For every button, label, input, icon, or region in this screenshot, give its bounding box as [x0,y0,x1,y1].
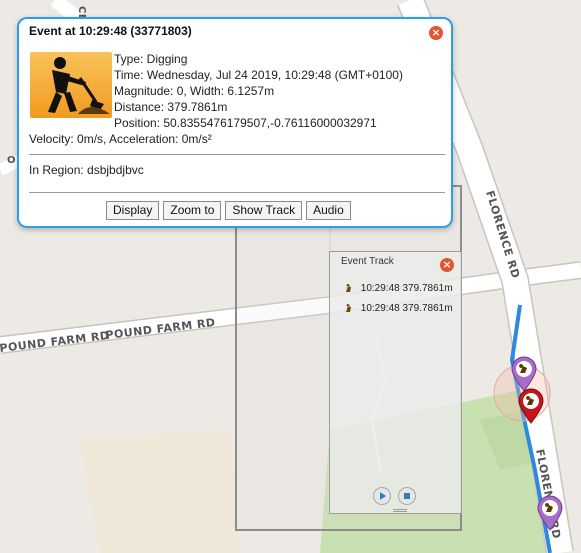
audio-button[interactable]: Audio [306,201,351,220]
event-popup: Event at 10:29:48 (33771803) × Type: Dig… [17,17,453,228]
land-area [80,430,240,553]
event-velocity: Velocity: 0m/s, Acceleration: 0m/s² [29,132,212,146]
play-button[interactable] [373,487,391,505]
event-time: Time: Wednesday, Jul 24 2019, 10:29:48 (… [114,68,403,82]
popup-title: Event at 10:29:48 (33771803) [29,24,192,38]
digging-worker-icon [30,52,112,118]
digging-icon [346,304,351,312]
show-track-button[interactable]: Show Track [225,201,303,220]
zoom-to-button[interactable]: Zoom to [163,201,222,220]
popup-button-bar: Display Zoom to Show Track Audio [106,201,351,220]
track-distance: 379.7861m [402,283,453,294]
event-magnitude: Magnitude: 0, Width: 6.1257m [114,84,275,98]
stop-button[interactable] [398,487,416,505]
event-type: Type: Digging [114,52,188,66]
track-list-item[interactable]: 10:29:48 379.7861m [344,282,453,294]
event-marker-purple[interactable] [510,356,538,392]
track-time: 10:29:48 [360,283,400,294]
digging-icon [346,284,351,292]
divider [29,154,445,155]
event-region: In Region: dsbjbdjbvc [29,163,144,177]
play-icon [380,492,386,500]
event-distance: Distance: 379.7861m [114,100,228,114]
event-marker-red[interactable] [517,388,545,424]
track-time: 10:29:48 [360,303,400,314]
event-track-title: Event Track [341,256,394,267]
event-track-panel: Event Track × 10:29:48 379.7861m 10:29:4… [329,251,462,514]
event-marker-purple-bottom[interactable] [536,495,564,531]
track-distance: 379.7861m [402,303,453,314]
street-label-partial-left: O [7,155,16,166]
close-icon[interactable]: × [429,26,443,40]
track-list-item[interactable]: 10:29:48 379.7861m [344,302,453,314]
stop-icon [404,493,410,499]
resize-grip[interactable] [393,509,407,513]
close-icon[interactable]: × [440,258,454,272]
display-button[interactable]: Display [106,201,160,220]
divider [29,192,445,193]
event-position: Position: 50.8355476179507,-0.7611600003… [114,116,377,130]
